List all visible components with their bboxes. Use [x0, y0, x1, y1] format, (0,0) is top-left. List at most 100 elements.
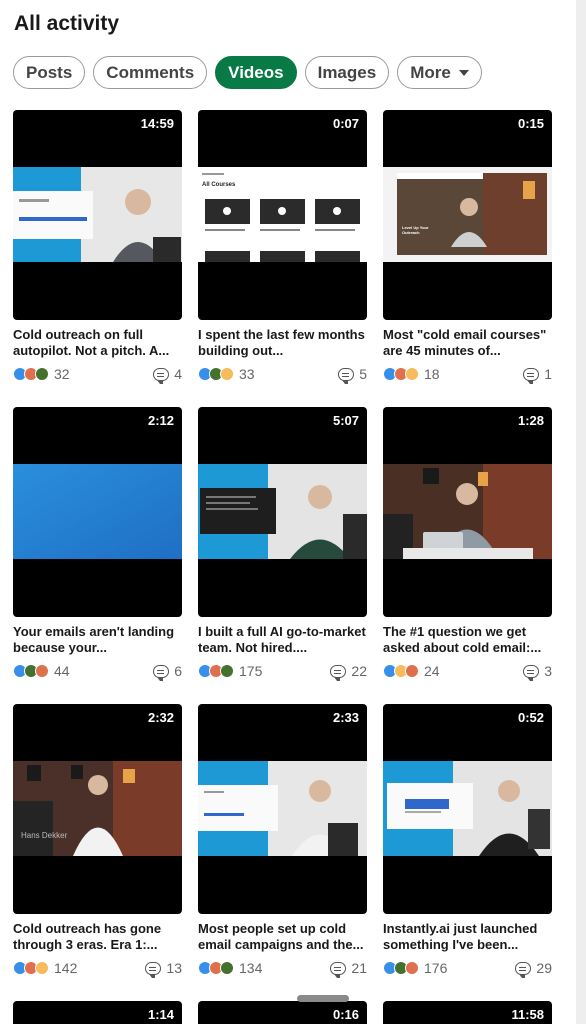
reactions[interactable]: 33 — [198, 366, 255, 382]
reaction-count: 33 — [239, 366, 255, 382]
video-duration: 0:07 — [332, 116, 359, 131]
video-card[interactable]: 0:52 Instantly.ai just launched somethin… — [383, 704, 552, 1001]
comments[interactable]: 29 — [515, 960, 552, 978]
reaction-count: 44 — [54, 663, 70, 679]
comment-icon — [523, 367, 540, 384]
video-caption[interactable]: Cold outreach on full autopilot. Not a p… — [13, 327, 182, 359]
reactions[interactable]: 176 — [383, 960, 447, 976]
comment-icon — [153, 664, 170, 681]
video-card[interactable]: 1:28 The #1 question we get asked about … — [383, 407, 552, 704]
comment-count: 21 — [351, 960, 367, 976]
video-duration: 0:15 — [517, 116, 544, 131]
comments[interactable]: 1 — [523, 366, 552, 384]
comments[interactable]: 22 — [330, 663, 367, 681]
video-duration: 0:52 — [517, 710, 544, 725]
filter-posts[interactable]: Posts — [13, 56, 86, 89]
reactions[interactable]: 32 — [13, 366, 70, 382]
comment-icon — [153, 367, 170, 384]
video-thumbnail[interactable]: 2:12 — [13, 407, 182, 617]
reaction-count: 32 — [54, 366, 70, 382]
video-thumbnail[interactable]: 14:59 — [13, 110, 182, 320]
scroll-handle[interactable] — [297, 995, 349, 1002]
celebrate-icon — [220, 961, 234, 975]
video-frame — [198, 464, 367, 559]
reactions[interactable]: 142 — [13, 960, 77, 976]
reaction-count: 176 — [424, 960, 448, 976]
video-caption[interactable]: I spent the last few months building out… — [198, 327, 367, 359]
comment-icon — [330, 961, 347, 978]
video-thumbnail[interactable]: 0:52 — [383, 704, 552, 914]
filter-videos[interactable]: Videos — [215, 56, 297, 89]
video-thumbnail[interactable]: 2:32 Hans Dekker — [13, 704, 182, 914]
video-caption[interactable]: Most people set up cold email campaigns … — [198, 921, 367, 953]
video-caption[interactable]: Cold outreach has gone through 3 eras. E… — [13, 921, 182, 953]
comment-icon — [515, 961, 532, 978]
video-stats: 176 29 — [383, 960, 552, 978]
video-stats: 134 21 — [198, 960, 367, 978]
video-frame — [13, 761, 182, 856]
reactions[interactable]: 18 — [383, 366, 440, 382]
video-card[interactable]: 5:07 I built a full AI go-to-market team… — [198, 407, 367, 704]
reactions[interactable]: 175 — [198, 663, 262, 679]
reactions[interactable]: 44 — [13, 663, 70, 679]
video-thumbnail[interactable]: 11:58 — [383, 1001, 552, 1024]
video-thumbnail[interactable]: 0:16 — [198, 1001, 367, 1024]
video-stats: 18 1 — [383, 366, 552, 384]
video-thumbnail[interactable]: 1:28 — [383, 407, 552, 617]
video-frame — [13, 464, 182, 559]
reaction-count: 175 — [239, 663, 263, 679]
video-card[interactable]: 2:33 Most people set up cold email campa… — [198, 704, 367, 1001]
video-frame — [383, 167, 552, 262]
comments[interactable]: 3 — [523, 663, 552, 681]
reactions[interactable]: 134 — [198, 960, 262, 976]
video-stats: 32 4 — [13, 366, 182, 384]
video-caption[interactable]: I built a full AI go-to-market team. Not… — [198, 624, 367, 656]
scrollbar-track[interactable] — [576, 0, 586, 1024]
reaction-count: 24 — [424, 663, 440, 679]
video-stats: 175 22 — [198, 663, 367, 681]
video-thumbnail[interactable]: 2:33 — [198, 704, 367, 914]
filter-more[interactable]: More — [397, 56, 482, 89]
comment-count: 3 — [544, 663, 552, 679]
video-caption[interactable]: The #1 question we get asked about cold … — [383, 624, 552, 656]
activity-page: All activity Posts Comments Videos Image… — [0, 0, 586, 1024]
comments[interactable]: 5 — [338, 366, 367, 384]
comment-count: 13 — [166, 960, 182, 976]
lead-up-text: Level Up Your Outreach — [402, 225, 429, 235]
video-stats: 33 5 — [198, 366, 367, 384]
comments[interactable]: 6 — [153, 663, 182, 681]
filter-pills: Posts Comments Videos Images More — [13, 56, 482, 89]
video-thumbnail[interactable]: 0:07 All Courses — [198, 110, 367, 320]
video-card[interactable]: 0:15 Level Up Your Outreach Most "cold e… — [383, 110, 552, 407]
video-grid: 14:59 Cold outreach on full autopilot. N… — [13, 110, 552, 1001]
comment-count: 29 — [536, 960, 552, 976]
video-caption[interactable]: Instantly.ai just launched something I'v… — [383, 921, 552, 953]
video-thumbnail[interactable]: 0:15 Level Up Your Outreach — [383, 110, 552, 320]
comment-count: 6 — [174, 663, 182, 679]
video-duration: 2:12 — [147, 413, 174, 428]
video-stats: 24 3 — [383, 663, 552, 681]
video-card[interactable]: 2:32 Hans Dekker Cold outreach has gone … — [13, 704, 182, 1001]
video-frame — [13, 167, 182, 262]
comments[interactable]: 4 — [153, 366, 182, 384]
filter-comments[interactable]: Comments — [93, 56, 208, 89]
video-thumbnail[interactable]: 5:07 — [198, 407, 367, 617]
video-caption[interactable]: Most "cold email courses" are 45 minutes… — [383, 327, 552, 359]
video-card[interactable]: 0:07 All Courses I spent the last few mo… — [198, 110, 367, 407]
video-caption[interactable]: Your emails aren't landing because your.… — [13, 624, 182, 656]
reactions[interactable]: 24 — [383, 663, 440, 679]
comments[interactable]: 13 — [145, 960, 182, 978]
video-card[interactable]: 14:59 Cold outreach on full autopilot. N… — [13, 110, 182, 407]
reaction-count: 18 — [424, 366, 440, 382]
video-duration: 1:28 — [517, 413, 544, 428]
video-duration: 11:58 — [511, 1007, 544, 1022]
video-thumbnail[interactable]: 1:14 — [13, 1001, 182, 1024]
comment-count: 22 — [351, 663, 367, 679]
celebrate-icon — [35, 367, 49, 381]
video-card[interactable]: 2:12 Your emails aren't landing because … — [13, 407, 182, 704]
filter-images[interactable]: Images — [304, 56, 390, 89]
comments[interactable]: 21 — [330, 960, 367, 978]
love-icon — [35, 664, 49, 678]
insight-icon — [405, 367, 419, 381]
comment-icon — [145, 961, 162, 978]
